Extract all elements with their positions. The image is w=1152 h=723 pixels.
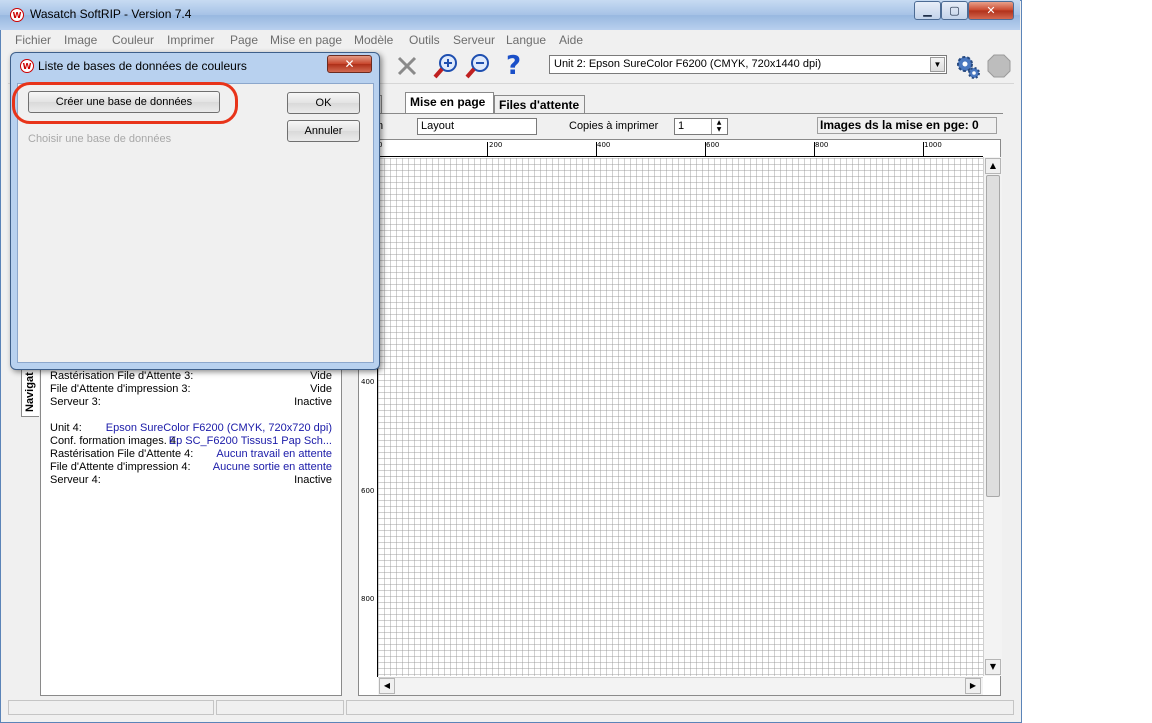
stepper-arrows-icon[interactable]: ▲ ▼ [711, 119, 726, 134]
status-row: File d'Attente d'impression 3: Vide [50, 383, 332, 396]
status-row: File d'Attente d'impression 4: Aucune so… [50, 461, 332, 474]
status-label: Serveur 4: [50, 474, 101, 486]
status-row: Serveur 4: Inactive [50, 474, 332, 487]
copies-stepper[interactable]: 1 ▲ ▼ [674, 118, 728, 135]
dialog-title: Liste de bases de données de couleurs [38, 59, 247, 73]
menu-modele[interactable]: Modèle [354, 33, 393, 47]
menu-langue[interactable]: Langue [506, 33, 546, 47]
window-title: Wasatch SoftRIP - Version 7.4 [30, 7, 192, 21]
menu-bar: Fichier Image Couleur Imprimer Page Mise… [8, 31, 1014, 49]
tab-files-attente[interactable]: Files d'attente [494, 95, 585, 114]
unit-select[interactable]: Unit 2: Epson SureColor F6200 (CMYK, 720… [549, 55, 947, 74]
ruler-label: 400 [361, 378, 375, 386]
menu-serveur[interactable]: Serveur [453, 33, 495, 47]
ruler-label: 600 [706, 141, 720, 149]
status-bar-segment [346, 700, 1014, 715]
vertical-scrollbar[interactable]: ▲ ▼ [983, 157, 1002, 676]
layout-grid[interactable] [378, 158, 983, 676]
maximize-button[interactable]: ▢ [941, 1, 968, 20]
title-bar[interactable]: W Wasatch SoftRIP - Version 7.4 ▁ ▢ ✕ [0, 0, 1020, 30]
status-value: Aucun travail en attente [216, 448, 332, 460]
status-bar-segment [8, 700, 214, 715]
menu-fichier[interactable]: Fichier [15, 33, 51, 47]
status-value: Aucune sortie en attente [212, 461, 332, 473]
minimize-button[interactable]: ▁ [914, 1, 941, 20]
ruler-top: 0 200 400 600 800 1000 [361, 140, 983, 157]
menu-mise-en-page[interactable]: Mise en page [270, 33, 342, 47]
dialog-close-button[interactable]: ✕ [327, 55, 372, 73]
status-label: File d'Attente d'impression 3: [50, 383, 191, 395]
status-bar-segment [216, 700, 344, 715]
status-label: Serveur 3: [50, 396, 101, 408]
vertical-scroll-thumb[interactable] [986, 175, 1000, 497]
zoom-in-icon[interactable] [432, 52, 460, 80]
status-row: Unit 4: Epson SureColor F6200 (CMYK, 720… [50, 422, 332, 435]
app-logo-icon: W [10, 8, 24, 22]
status-label: File d'Attente d'impression 4: [50, 461, 191, 473]
ruler-label: 800 [815, 141, 829, 149]
scroll-left-icon[interactable]: ◀ [379, 678, 395, 694]
ruler-label: 1000 [924, 141, 942, 149]
status-row: Conf. formation images. 4: Ep SC_F6200 T… [50, 435, 332, 448]
ruler-label: 200 [489, 141, 503, 149]
scroll-down-icon[interactable]: ▼ [985, 659, 1001, 675]
cancel-button[interactable]: Annuler [287, 120, 360, 142]
menu-aide[interactable]: Aide [559, 33, 583, 47]
status-value: Inactive [294, 396, 332, 408]
status-label: Conf. formation images. 4: [50, 435, 180, 447]
stop-icon[interactable] [987, 54, 1011, 78]
images-count: Images ds la mise en pge: 0 [817, 117, 997, 134]
copies-label: Copies à imprimer [569, 120, 659, 132]
scroll-up-icon[interactable]: ▲ [985, 158, 1001, 174]
dialog-logo-icon: W [20, 59, 34, 73]
ruler-label: 400 [597, 141, 611, 149]
ruler-label: 600 [361, 487, 375, 495]
tab-navigator[interactable]: Navigat [21, 365, 39, 417]
status-row: Rastérisation File d'Attente 3: Vide [50, 370, 332, 383]
help-icon[interactable]: ? [506, 52, 530, 80]
layout-name-input[interactable]: Layout [417, 118, 537, 135]
status-value: Inactive [294, 474, 332, 486]
status-row: Rastérisation File d'Attente 4: Aucun tr… [50, 448, 332, 461]
settings-gears-icon[interactable] [955, 54, 981, 80]
choose-database-label: Choisir une base de données [28, 133, 172, 145]
tab-mise-en-page[interactable]: Mise en page [405, 92, 494, 114]
status-label: Rastérisation File d'Attente 4: [50, 448, 194, 460]
ok-button[interactable]: OK [287, 92, 360, 114]
scroll-right-icon[interactable]: ▶ [965, 678, 981, 694]
menu-outils[interactable]: Outils [409, 33, 440, 47]
menu-image[interactable]: Image [64, 33, 97, 47]
chevron-down-icon[interactable]: ▼ [930, 57, 945, 72]
status-value: Vide [310, 370, 332, 382]
close-button[interactable]: ✕ [968, 1, 1014, 20]
status-label: Rastérisation File d'Attente 3: [50, 370, 194, 382]
status-label: Unit 4: [50, 422, 82, 434]
ruler-label: 800 [361, 595, 375, 603]
navigator-tab-label: Navigat [24, 372, 36, 412]
copies-value: 1 [678, 120, 685, 132]
status-bar [8, 699, 1014, 717]
highlight-annotation [12, 82, 238, 124]
unit-select-value: Unit 2: Epson SureColor F6200 (CMYK, 720… [554, 58, 822, 70]
status-value: Epson SureColor F6200 (CMYK, 720x720 dpi… [105, 422, 332, 434]
menu-couleur[interactable]: Couleur [112, 33, 154, 47]
status-value: Ep SC_F6200 Tissus1 Pap Sch... [168, 435, 332, 447]
menu-imprimer[interactable]: Imprimer [167, 33, 214, 47]
menu-page[interactable]: Page [230, 33, 258, 47]
horizontal-scrollbar[interactable]: ◀ ▶ [378, 677, 983, 695]
status-row: Serveur 3: Inactive [50, 396, 332, 409]
delete-x-icon[interactable] [395, 54, 419, 78]
status-value: Vide [310, 383, 332, 395]
zoom-out-icon[interactable] [464, 52, 492, 80]
